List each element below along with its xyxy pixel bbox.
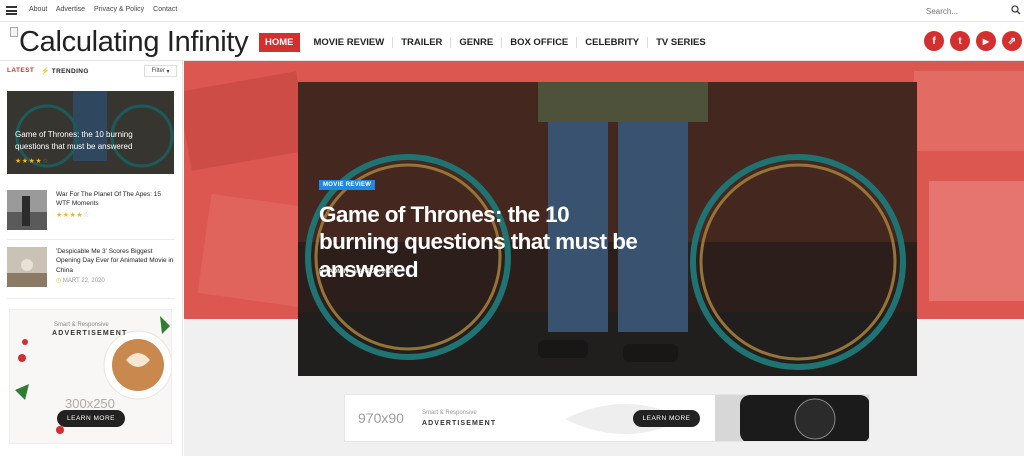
facebook-icon[interactable]: f: [924, 31, 944, 51]
post-rating: ★★★★☆: [56, 212, 90, 219]
banner-ad[interactable]: 970x90 Smart & Responsive ADVERTISEMENT …: [344, 394, 870, 442]
post-date: ◷ MART 22, 2020: [56, 277, 105, 284]
logo-text: Calculating Infinity: [19, 26, 249, 58]
link-icon[interactable]: ⇗: [1002, 31, 1022, 51]
ad-learn-more-button[interactable]: LEARN MORE: [57, 410, 125, 427]
main-nav: HOME MOVIE REVIEW TRAILER GENRE BOX OFFI…: [259, 33, 714, 52]
meta-by: BY: [319, 269, 327, 275]
search-icon[interactable]: [1011, 5, 1021, 15]
nav-box-office[interactable]: BOX OFFICE: [502, 33, 576, 52]
ad-title: ADVERTISEMENT: [422, 420, 497, 427]
clock-icon: ◷: [56, 278, 63, 284]
category-badge[interactable]: MOVIE REVIEW: [319, 180, 376, 190]
ad-subtitle: Smart & Responsive: [54, 322, 109, 328]
ad-title: ADVERTISEMENT: [52, 330, 128, 337]
menu-icon[interactable]: [6, 6, 17, 15]
privacy-link[interactable]: Privacy & Policy: [94, 6, 144, 13]
contact-link[interactable]: Contact: [153, 6, 177, 13]
nav-home[interactable]: HOME: [259, 33, 300, 52]
tab-latest[interactable]: LATEST: [7, 67, 34, 74]
ad-size: 300x250: [65, 396, 115, 411]
sidebar-tabs: LATEST ⚡ TRENDING: [7, 67, 88, 75]
site-header: Calculating Infinity HOME MOVIE REVIEW T…: [0, 23, 1024, 61]
top-links: About Advertise Privacy & Policy Contact: [29, 6, 184, 13]
sidebar: LATEST ⚡ TRENDING Filter ▾ Game of Thron…: [0, 61, 183, 456]
nav-trailer[interactable]: TRAILER: [393, 33, 450, 52]
ad-learn-more-button[interactable]: LEARN MORE: [633, 410, 700, 427]
youtube-icon[interactable]: ▶: [976, 31, 996, 51]
top-bar: About Advertise Privacy & Policy Contact: [0, 0, 1024, 22]
advertise-link[interactable]: Advertise: [56, 6, 85, 13]
search-input[interactable]: [926, 4, 1006, 18]
featured-rating: ★★★★☆: [15, 158, 49, 165]
tab-trending[interactable]: ⚡ TRENDING: [41, 67, 89, 75]
ad-subtitle: Smart & Responsive: [422, 410, 477, 416]
main-content: MOVIE REVIEW Game of Thrones: the 10 bur…: [184, 61, 1024, 456]
banner-ad-art: [565, 395, 869, 441]
divider: [7, 239, 175, 240]
chevron-down-icon: ▾: [164, 68, 170, 75]
hero-meta: BY ADMIN · MART 24, 2020: [319, 269, 395, 275]
filter-label: Filter: [151, 68, 165, 74]
post-date-text: MART 22, 2020: [62, 278, 105, 284]
broken-image-icon: [10, 27, 18, 37]
filter-dropdown[interactable]: Filter ▾: [144, 65, 177, 77]
featured-post[interactable]: Game of Thrones: the 10 burning question…: [7, 91, 174, 174]
post-thumbnail: [7, 247, 47, 287]
post-title: War For The Planet Of The Apes: 15 WTF M…: [56, 191, 162, 208]
about-link[interactable]: About: [29, 6, 47, 13]
ad-size: 970x90: [358, 410, 404, 426]
post-thumbnail: [7, 190, 47, 230]
meta-separator: ·: [349, 269, 352, 275]
sidebar-ad[interactable]: Smart & Responsive ADVERTISEMENT 300x250…: [9, 309, 172, 444]
social-links: f t ▶ ⇗: [924, 31, 1022, 51]
post-title: 'Despicable Me 3' Scores Biggest Opening…: [56, 248, 174, 274]
nav-movie-review[interactable]: MOVIE REVIEW: [306, 33, 393, 52]
hero-post[interactable]: MOVIE REVIEW Game of Thrones: the 10 bur…: [298, 82, 917, 376]
divider: [7, 298, 175, 299]
bolt-icon: ⚡: [41, 68, 52, 75]
post-date: MART 24, 2020: [353, 269, 396, 275]
nav-genre[interactable]: GENRE: [451, 33, 501, 52]
twitter-icon[interactable]: t: [950, 31, 970, 51]
nav-celebrity[interactable]: CELEBRITY: [577, 33, 647, 52]
author-link[interactable]: ADMIN: [329, 269, 349, 275]
tab-trending-label: TRENDING: [51, 68, 89, 75]
nav-tv-series[interactable]: TV SERIES: [648, 33, 714, 52]
featured-post-title: Game of Thrones: the 10 burning question…: [15, 130, 133, 151]
